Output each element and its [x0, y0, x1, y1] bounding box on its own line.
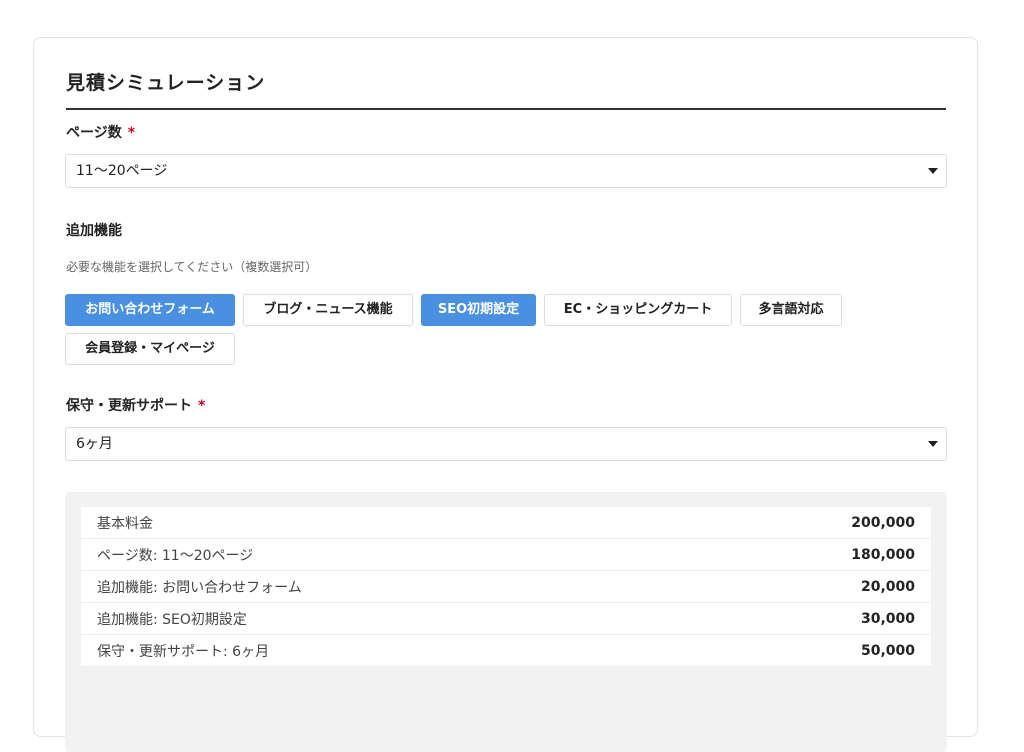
- summary-rows: 基本料金 200,000 ページ数: 11〜20ページ 180,000 追加機能…: [81, 507, 931, 667]
- feature-option-ec-cart[interactable]: EC・ショッピングカート: [544, 294, 732, 326]
- feature-option-label: ブログ・ニュース機能: [263, 302, 393, 317]
- estimate-card: 見積シミュレーション ページ数 * 11〜20ページ 追加機能 必要な機能を選択し…: [33, 37, 978, 752]
- feature-option-seo[interactable]: SEO初期設定: [421, 294, 536, 326]
- summary-row: 保守・更新サポート: 6ヶ月 50,000: [81, 635, 931, 667]
- summary-row: 基本料金 200,000: [81, 507, 931, 539]
- required-mark: *: [198, 398, 206, 414]
- summary-row: 追加機能: SEO初期設定 30,000: [81, 603, 931, 635]
- summary-row: ページ数: 11〜20ページ 180,000: [81, 539, 931, 571]
- estimate-summary: 基本料金 200,000 ページ数: 11〜20ページ 180,000 追加機能…: [65, 492, 947, 752]
- support-label: 保守・更新サポート *: [66, 395, 205, 415]
- summary-item-value: 20,000: [860, 578, 915, 595]
- summary-item-value: 30,000: [860, 610, 915, 627]
- feature-option-label: SEO初期設定: [437, 302, 520, 317]
- summary-item-name: 保守・更新サポート: 6ヶ月: [97, 643, 270, 660]
- features-hint: 必要な機能を選択してください（複数選択可）: [66, 260, 318, 274]
- summary-item-value: 50,000: [860, 642, 915, 659]
- support-select[interactable]: 6ヶ月: [65, 427, 947, 461]
- support-label-text: 保守・更新サポート: [66, 398, 192, 414]
- pages-label-text: ページ数: [66, 125, 122, 141]
- feature-option-label: 会員登録・マイページ: [85, 341, 215, 356]
- feature-option-label: EC・ショッピングカート: [563, 302, 713, 317]
- pages-select[interactable]: 11〜20ページ: [65, 154, 947, 188]
- summary-item-value: 200,000: [851, 514, 915, 531]
- summary-item-name: 追加機能: お問い合わせフォーム: [97, 579, 302, 596]
- chevron-down-icon: [928, 441, 938, 447]
- feature-option-multilingual[interactable]: 多言語対応: [740, 294, 842, 326]
- support-select-value: 6ヶ月: [76, 436, 113, 452]
- summary-item-name: ページ数: 11〜20ページ: [97, 547, 254, 564]
- feature-option-label: 多言語対応: [758, 302, 824, 317]
- pages-select-value: 11〜20ページ: [76, 163, 168, 179]
- chevron-down-icon: [928, 168, 938, 174]
- pages-label: ページ数 *: [66, 122, 135, 142]
- page-title: 見積シミュレーション: [66, 68, 946, 110]
- feature-option-membership[interactable]: 会員登録・マイページ: [65, 333, 235, 365]
- feature-option-blog[interactable]: ブログ・ニュース機能: [243, 294, 413, 326]
- feature-option-label: お問い合わせフォーム: [85, 302, 215, 317]
- feature-option-contact-form[interactable]: お問い合わせフォーム: [65, 294, 235, 326]
- features-label: 追加機能: [66, 223, 122, 239]
- summary-item-name: 追加機能: SEO初期設定: [97, 611, 247, 628]
- summary-item-name: 基本料金: [97, 515, 153, 532]
- summary-row: 追加機能: お問い合わせフォーム 20,000: [81, 571, 931, 603]
- required-mark: *: [127, 125, 136, 141]
- summary-item-value: 180,000: [851, 546, 915, 563]
